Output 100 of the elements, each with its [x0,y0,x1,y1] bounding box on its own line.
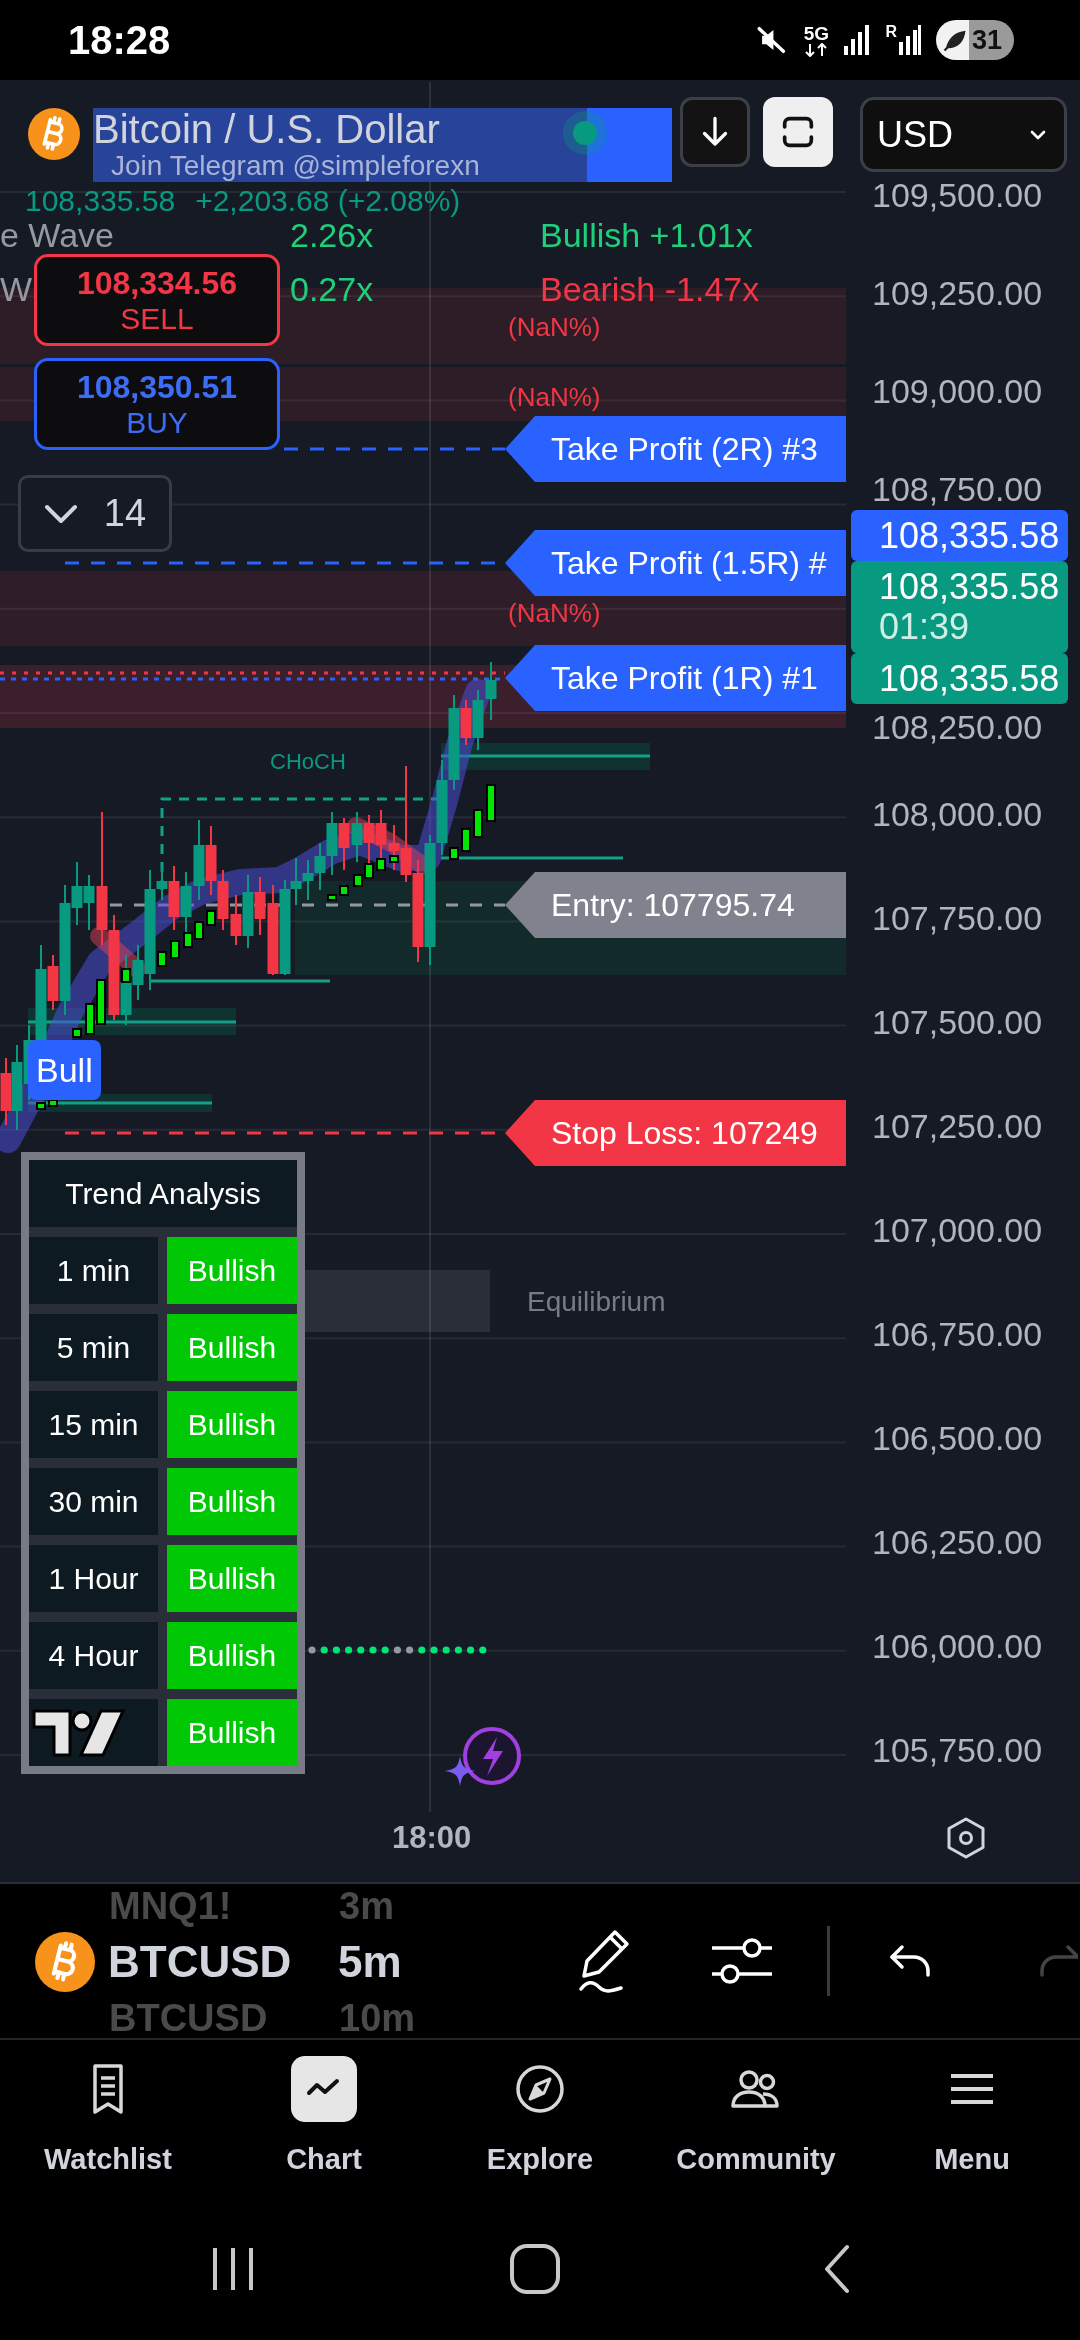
take-profit-label: Take Profit (1.5R) # [505,530,846,596]
price-axis-label: 109,250.00 [872,275,1043,311]
price-tag-value: 108,335.58 [879,658,1061,699]
price-axis-label: 106,750.00 [872,1316,1043,1352]
signal-marker [449,847,459,860]
object-tree-toggle[interactable]: 14 [18,475,172,552]
trend-cell: Bullish [167,1237,297,1304]
sell-button[interactable]: 108,334.56 SELL [34,254,280,346]
price-axis-label: 107,250.00 [872,1108,1043,1144]
nav-tab[interactable]: Menu [864,2040,1080,2200]
signal-marker [170,940,180,959]
buy-button[interactable]: 108,350.51 BUY [34,358,280,450]
signal-marker [206,910,216,926]
candle [205,825,217,896]
take-profit-label: Take Profit (1R) #1 [505,645,846,711]
trend-cell: Bullish [167,1699,297,1766]
candle [351,811,363,863]
signal-marker [157,951,167,967]
signal-marker [473,809,483,838]
timeframe-cell: 15 min [29,1391,158,1458]
signal-marker [36,1102,46,1110]
nav-tab[interactable]: Chart [216,2040,432,2200]
candle [302,859,314,901]
candle [338,817,350,871]
nav-tab[interactable]: Watchlist [0,2040,216,2200]
roaming-indicator: R [885,24,897,40]
signal-marker [376,858,386,871]
indicator-bias: Bullish +1.01x [540,218,753,252]
zone-percent-label: (NaN%) [508,382,601,412]
candle [485,661,497,721]
price-axis-label: 107,500.00 [872,1004,1043,1040]
signal-marker [364,863,374,879]
timeframe-cell: 4 Hour [29,1622,158,1689]
indicator-ratio: 2.26x [290,218,374,252]
price-axis-label: 109,000.00 [872,373,1043,409]
indicator-label: e Wave [0,218,114,252]
price-change: +2,203.68 (+2.08%) [195,184,461,218]
price-axis-label: 107,000.00 [872,1212,1043,1248]
table-title: Trend Analysis [29,1160,297,1227]
bitcoin-icon [35,1932,95,1992]
signal-marker [353,874,363,887]
telegram-promo-text: Join Telegram @simpleforexn [110,150,480,182]
price-axis-label: 109,500.00 [872,177,1043,213]
trend-cell: Bullish [167,1545,297,1612]
price-axis-label: 106,250.00 [872,1524,1043,1560]
signal-marker [194,921,204,940]
take-profit-label: Take Profit (2R) #3 [505,416,846,482]
scroll-down-button[interactable] [680,97,750,167]
signal-icon [843,24,872,56]
price-axis-label: 106,500.00 [872,1420,1043,1456]
choch-label: CHoCH [270,750,346,774]
signal-marker [389,855,399,863]
nav-tab[interactable]: Community [648,2040,864,2200]
signal-marker [486,784,496,822]
price-tag-value: 108,335.58 [879,515,1061,556]
timeframe-cell: 1 Hour [29,1545,158,1612]
nav-tab[interactable]: Explore [432,2040,648,2200]
bitcoin-icon [28,108,80,160]
trend-cell: Bullish [167,1314,297,1381]
price-axis-label: 108,000.00 [872,796,1043,832]
timeframe-cell: 30 min [29,1468,158,1535]
settings-icon[interactable] [945,1817,987,1859]
stop-loss-label: Stop Loss: 107249 [505,1100,846,1166]
zone-percent-label: (NaN%) [508,598,601,628]
signal-marker [121,968,131,983]
symbol-title: Bitcoin / U.S. Dollar [93,108,440,150]
candle [363,814,375,866]
timeframe-cell: 5 min [29,1314,158,1381]
candle [472,689,484,751]
trend-cell: Bullish [167,1468,297,1535]
countdown-timer: 01:39 [879,607,971,647]
battery-level: 31 [972,26,1003,54]
bull-label: Bull [28,1040,101,1100]
signal-marker [339,885,349,896]
candle [217,869,229,931]
signal-marker [183,932,193,948]
candle [314,842,326,891]
candle [375,809,387,859]
indicator-ratio: 0.27x [290,272,374,306]
signal-marker [327,894,337,901]
status-time: 18:28 [68,20,171,60]
time-axis-label: 18:00 [392,1819,472,1857]
fullscreen-button[interactable] [763,97,833,167]
price-axis-label: 108,250.00 [872,709,1043,745]
candle [180,871,192,933]
price-axis-label: 106,000.00 [872,1628,1043,1664]
symbol-option[interactable]: BTCUSD 5m [35,1930,540,1994]
last-price: 108,335.58 [25,184,176,218]
network-type: 5G [803,23,830,43]
signal-marker [72,1028,82,1038]
line-chart-icon [291,2056,357,2122]
candle [326,811,338,876]
currency-dropdown[interactable]: USD [860,97,1067,172]
indicator-label: W [0,272,33,306]
price-axis-label: 107,750.00 [872,900,1043,936]
signal-marker [48,1099,58,1107]
equilibrium-label: Equilibrium [527,1286,666,1318]
candle [0,1057,12,1126]
trend-cell: Bullish [167,1622,297,1689]
price-tag-value: 108,335.58 [879,567,1061,607]
